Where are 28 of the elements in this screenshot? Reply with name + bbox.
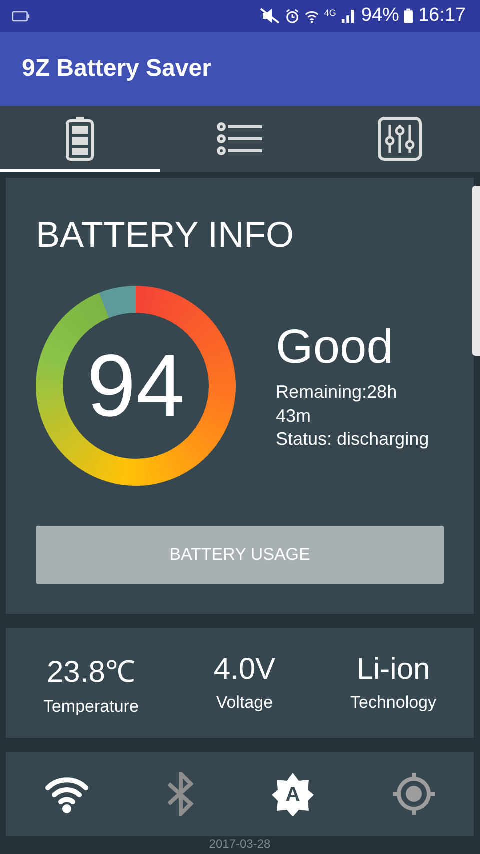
battery-status-icon: [12, 10, 30, 22]
card-title: BATTERY INFO: [36, 214, 294, 256]
battery-icon: [66, 117, 94, 161]
wifi-status-icon: [305, 8, 320, 24]
remaining-text: Remaining:28h 43m: [276, 381, 398, 428]
alarm-icon: [285, 8, 300, 24]
date-text: 2017-03-28: [209, 838, 271, 850]
app-title: 9Z Battery Saver: [22, 55, 212, 83]
bluetooth-icon[interactable]: [166, 772, 195, 816]
battery-full-icon: [404, 8, 414, 24]
stat-label: Voltage: [216, 693, 274, 713]
stat-label: Technology: [350, 693, 437, 713]
sliders-icon: [378, 117, 422, 161]
status-text: Status: discharging: [276, 428, 430, 452]
health-text: Good: [276, 320, 394, 376]
clock: 16:17: [418, 5, 466, 27]
mute-icon: [260, 8, 280, 24]
battery-percent: 94%: [361, 5, 400, 27]
stat-value: 23.8℃: [46, 654, 136, 690]
stat-value: 4.0V: [214, 653, 276, 687]
auto-brightness-icon[interactable]: A: [271, 772, 316, 816]
network-type: 4G: [324, 8, 336, 18]
list-icon: [217, 121, 263, 157]
location-icon[interactable]: [392, 772, 436, 816]
battery-percent-value: 94: [87, 335, 185, 437]
stat-value: Li-ion: [356, 653, 430, 687]
stat-label: Temperature: [43, 696, 139, 716]
signal-icon: [341, 8, 356, 24]
